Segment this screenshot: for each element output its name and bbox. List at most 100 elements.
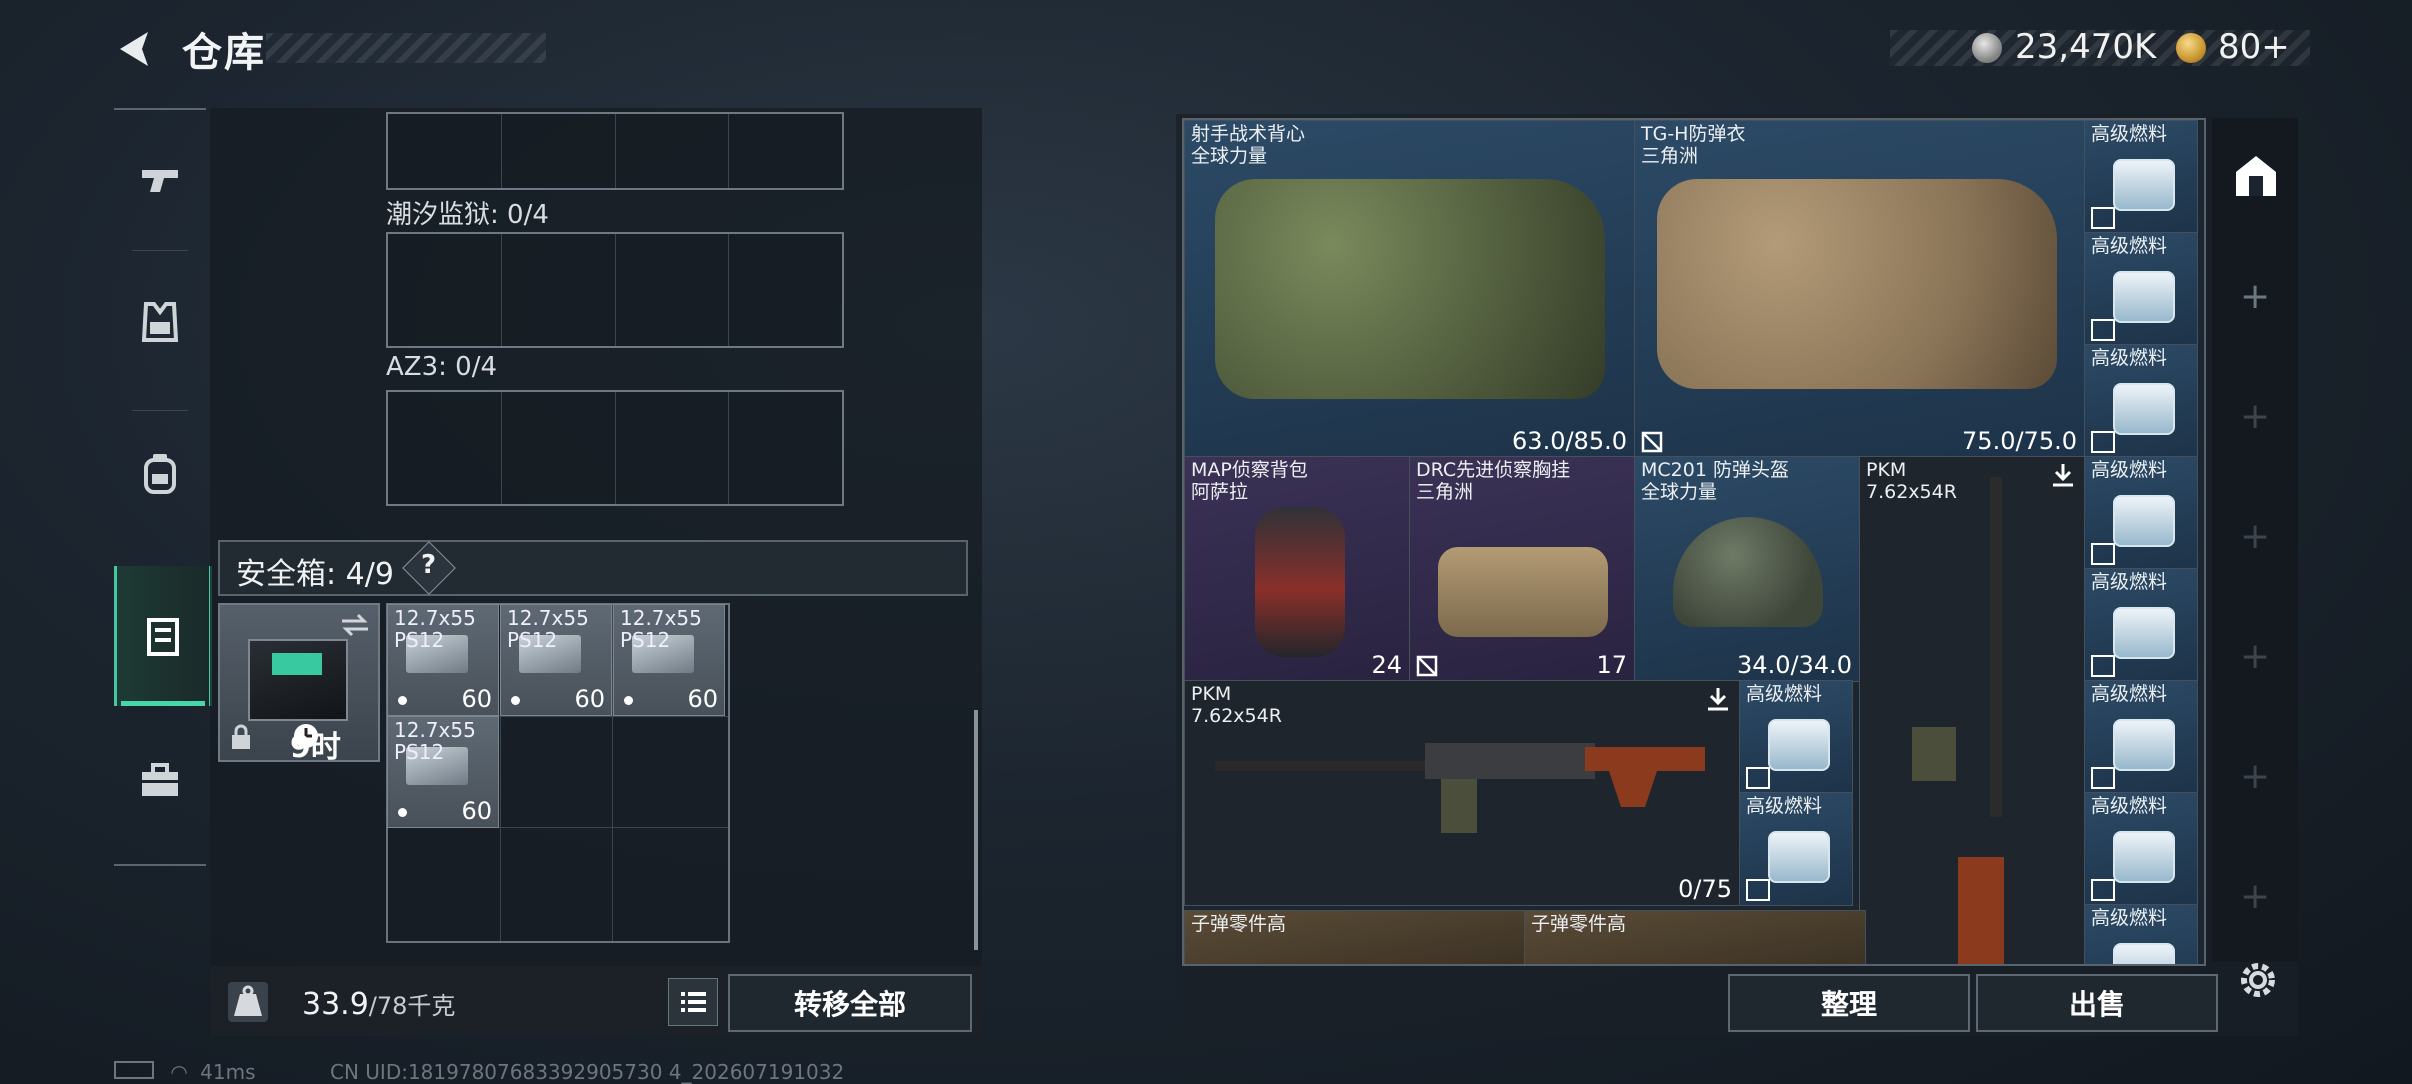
stash-item-fuel[interactable]: 高级燃料 <box>2084 792 2198 906</box>
item-name: PKM 7.62x54R <box>1191 683 1282 727</box>
gun-stock-image <box>1958 857 2004 964</box>
not-for-sale-icon <box>1641 431 1663 453</box>
sort-button[interactable]: 整理 <box>1728 974 1970 1032</box>
help-icon: ? <box>421 550 437 580</box>
stash-item-fuel[interactable]: 高级燃料 <box>1739 680 1853 794</box>
stash-item-bullet-parts[interactable]: 子弹零件高 <box>1524 910 1866 964</box>
stash-item-armor[interactable]: TG-H防弹衣 三角洲 75.0/75.0 <box>1634 120 2086 458</box>
ammo-marker-icon <box>511 696 520 705</box>
ping-value: 41ms <box>200 1060 256 1084</box>
fuel-can-image <box>2113 831 2175 883</box>
stash-item-backpack[interactable]: MAP侦察背包 阿萨拉 24 <box>1184 456 1411 682</box>
ammo-name: 12.7x55 PS12 <box>507 606 589 652</box>
ammo-count: 60 <box>461 685 492 713</box>
slot-grid[interactable] <box>386 112 844 190</box>
add-stash-tab-button[interactable]: + <box>2240 396 2270 437</box>
item-name: 高级燃料 <box>2091 123 2168 145</box>
item-name: 高级燃料 <box>2091 347 2168 369</box>
stash-tab-home-icon[interactable] <box>2232 152 2280 200</box>
fuel-can-image <box>2113 495 2175 547</box>
gun-barrel-image <box>1990 477 2002 817</box>
slot-grid[interactable] <box>386 232 844 348</box>
not-for-sale-icon <box>2091 879 2115 901</box>
safe-box-image <box>248 639 348 721</box>
stash-item-helmet[interactable]: MC201 防弹头盔 全球力量 34.0/34.0 <box>1634 456 1861 682</box>
backpack-image <box>1255 507 1345 657</box>
download-icon[interactable] <box>2049 461 2077 489</box>
weight-current: 33.9 <box>302 987 369 1022</box>
add-stash-tab-button[interactable]: + <box>2240 516 2270 557</box>
stash-item-fuel[interactable]: 高级燃料 <box>2084 344 2198 458</box>
nav-safe-box[interactable] <box>114 566 212 706</box>
item-name: MAP侦察背包 阿萨拉 <box>1191 459 1308 503</box>
ammo-item[interactable]: 12.7x55 PS12 60 <box>387 604 499 716</box>
item-name: 高级燃料 <box>2091 235 2168 257</box>
stash-item-fuel[interactable]: 高级燃料 <box>2084 680 2198 794</box>
armor-image <box>1657 179 2057 389</box>
stash-item-fuel[interactable]: 高级燃料 <box>1739 792 1853 906</box>
item-capacity: 17 <box>1596 651 1627 679</box>
not-for-sale-icon <box>2091 431 2115 453</box>
sell-button[interactable]: 出售 <box>1976 974 2218 1032</box>
back-button[interactable] <box>112 26 158 72</box>
silver-coin-icon <box>1972 33 2002 63</box>
gold-coin-icon <box>2176 33 2206 63</box>
swap-icon[interactable] <box>340 613 370 637</box>
ammo-item[interactable]: 12.7x55 PS12 60 <box>613 604 725 716</box>
category-nav <box>114 108 212 866</box>
item-name: PKM 7.62x54R <box>1866 459 1957 503</box>
fuel-can-image <box>2113 607 2175 659</box>
settings-gear-icon[interactable] <box>2236 958 2280 1002</box>
lock-icon <box>232 724 250 749</box>
nav-backpack[interactable] <box>114 404 206 544</box>
stash-item-bullet-parts[interactable]: 子弹零件高 <box>1184 910 1526 964</box>
list-icon <box>681 992 706 1012</box>
nav-toolbox[interactable] <box>114 710 206 850</box>
page-title: 仓库 <box>182 30 266 76</box>
stash-item-fuel[interactable]: 高级燃料 <box>2084 568 2198 682</box>
stash-item-fuel[interactable]: 高级燃料 <box>2084 232 2198 346</box>
stash-item-fuel[interactable]: 高级燃料 <box>2084 456 2198 570</box>
item-name: 高级燃料 <box>2091 683 2168 705</box>
item-name: 高级燃料 <box>2091 907 2168 929</box>
stash-item-pkm-vertical[interactable]: PKM 7.62x54R <box>1859 456 2086 964</box>
add-stash-tab-button[interactable]: + <box>2240 636 2270 677</box>
slot-grid[interactable] <box>386 390 844 506</box>
not-for-sale-icon <box>1746 879 1770 901</box>
ammo-name: 12.7x55 PS12 <box>620 606 702 652</box>
item-name: 射手战术背心 全球力量 <box>1191 123 1306 167</box>
nav-weapon[interactable] <box>114 110 206 250</box>
item-name: 高级燃料 <box>1746 683 1823 705</box>
fuel-can-image <box>2113 383 2175 435</box>
download-icon[interactable] <box>1704 685 1732 713</box>
item-name: MC201 防弹头盔 全球力量 <box>1641 459 1789 503</box>
weight-icon <box>228 982 268 1022</box>
gold-currency-amount[interactable]: 80+ <box>2218 27 2290 67</box>
ammo-count: 60 <box>574 685 605 713</box>
stash-item-vest[interactable]: 射手战术背心 全球力量 63.0/85.0 <box>1184 120 1636 458</box>
vest-image <box>1215 179 1605 399</box>
ammo-item[interactable]: 12.7x55 PS12 60 <box>387 716 499 828</box>
fuel-can-image <box>2113 719 2175 771</box>
stash-item-fuel[interactable]: 高级燃料 <box>2084 120 2198 234</box>
add-stash-tab-button[interactable]: + <box>2240 756 2270 797</box>
stash-item-chest-rig[interactable]: DRC先进侦察胸挂 三角洲 17 <box>1409 456 1636 682</box>
stash-item-fuel[interactable]: 高级燃料 <box>2084 904 2198 964</box>
add-stash-tab-button[interactable]: + <box>2240 276 2270 317</box>
add-stash-tab-button[interactable]: + <box>2240 876 2270 917</box>
ammo-box-image <box>1441 779 1477 833</box>
not-for-sale-icon <box>2091 767 2115 789</box>
chest-rig-image <box>1438 547 1608 637</box>
left-scrollbar[interactable] <box>974 710 978 950</box>
item-ammo: 0/75 <box>1678 875 1732 903</box>
not-for-sale-icon <box>2091 543 2115 565</box>
transfer-all-button[interactable]: 转移全部 <box>728 974 972 1032</box>
ammo-item[interactable]: 12.7x55 PS12 60 <box>500 604 612 716</box>
ammo-marker-icon <box>398 808 407 817</box>
section-label: AZ3: 0/4 <box>386 352 498 382</box>
list-view-button[interactable] <box>668 978 718 1026</box>
item-name: DRC先进侦察胸挂 三角洲 <box>1416 459 1571 503</box>
item-name: TG-H防弹衣 三角洲 <box>1641 123 1746 167</box>
stash-item-pkm-horizontal[interactable]: PKM 7.62x54R 0/75 <box>1184 680 1741 906</box>
nav-armor[interactable] <box>114 252 206 392</box>
